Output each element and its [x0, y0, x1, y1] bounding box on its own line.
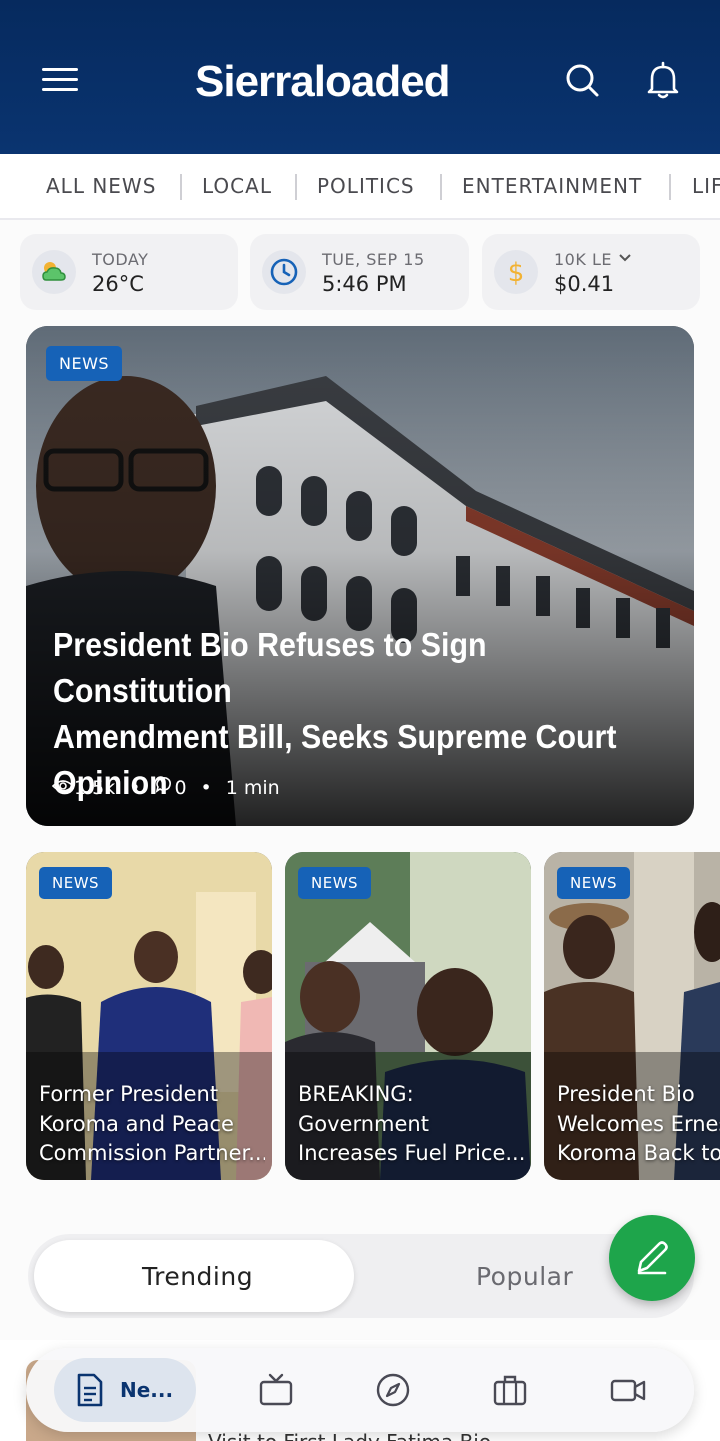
- meta-dot: •: [129, 776, 141, 799]
- title-line: Amendment Bill, Seeks Supreme Court: [53, 718, 617, 755]
- title-line: President Bio Refuses to Sign Constituti…: [53, 626, 487, 709]
- chevron-down-icon[interactable]: [618, 250, 632, 264]
- document-icon: [77, 1373, 103, 1407]
- bottom-navigation: Ne...: [26, 1348, 694, 1432]
- category-tabs: ALL NEWS LOCAL POLITICS ENTERTAINMENT LI…: [0, 154, 720, 220]
- title-line: Government: [298, 1111, 429, 1136]
- title-line: Welcomes Ernest: [557, 1111, 720, 1136]
- dollar-icon: $: [494, 250, 538, 294]
- category-badge[interactable]: NEWS: [39, 867, 113, 899]
- currency-value: $0.41: [554, 272, 615, 296]
- tab-politics[interactable]: POLITICS: [317, 174, 415, 198]
- weather-label: TODAY: [92, 250, 149, 269]
- category-badge[interactable]: NEWS: [557, 867, 631, 899]
- nav-news[interactable]: Ne...: [54, 1358, 196, 1422]
- article-card[interactable]: NEWS BREAKING: Government Increases Fuel…: [285, 852, 531, 1180]
- title-line: Former President: [39, 1082, 219, 1106]
- article-title: President Bio Welcomes Ernest Koroma Bac…: [557, 1080, 720, 1169]
- title-line: Commission Partner...: [39, 1141, 265, 1165]
- time-value: 5:46 PM: [322, 272, 407, 296]
- category-badge[interactable]: NEWS: [298, 867, 372, 899]
- tab-entertainment[interactable]: ENTERTAINMENT: [462, 174, 642, 198]
- featured-article-card[interactable]: NEWS President Bio Refuses to Sign Const…: [26, 326, 694, 826]
- comment-icon: [154, 776, 172, 799]
- hamburger-menu-icon[interactable]: [40, 64, 80, 96]
- weather-icon: [32, 250, 76, 294]
- svg-text:$: $: [508, 258, 525, 288]
- view-count: 1.5k: [74, 776, 116, 799]
- read-time: 1 min: [225, 776, 280, 799]
- tv-icon[interactable]: [256, 1370, 296, 1410]
- tab-lifestyle[interactable]: LIF: [692, 174, 720, 198]
- date-label: TUE, SEP 15: [322, 250, 425, 269]
- category-badge[interactable]: NEWS: [46, 346, 123, 381]
- currency-label: 10K LE: [554, 250, 612, 269]
- comment-count: 0: [174, 776, 187, 799]
- meta-dot: •: [200, 776, 212, 799]
- briefcase-icon[interactable]: [490, 1370, 530, 1410]
- title-line: Koroma Back to: [557, 1141, 720, 1165]
- pencil-icon: [637, 1241, 668, 1275]
- bell-icon[interactable]: [643, 58, 683, 102]
- datetime-widget: TUE, SEP 15 5:46 PM: [250, 234, 469, 310]
- tab-divider: [440, 174, 442, 200]
- trending-popular-toggle: Trending Popular: [28, 1234, 694, 1318]
- article-card[interactable]: NEWS Former President Koroma and Peace C…: [26, 852, 272, 1180]
- title-line: Koroma and Peace: [39, 1111, 234, 1136]
- compass-icon[interactable]: [373, 1370, 413, 1410]
- nav-news-label: Ne...: [120, 1378, 174, 1402]
- clock-icon: [262, 250, 306, 294]
- article-title: Former President Koroma and Peace Commis…: [39, 1080, 265, 1169]
- article-card[interactable]: NEWS President Bio Welcomes Ernest Korom…: [544, 852, 720, 1180]
- tab-divider: [180, 174, 182, 200]
- title-line: President Bio: [557, 1082, 695, 1106]
- app-header: Sierraloaded: [0, 0, 720, 154]
- tab-divider: [295, 174, 297, 200]
- tab-all-news[interactable]: ALL NEWS: [46, 174, 156, 198]
- title-line: Increases Fuel Price...: [298, 1141, 524, 1165]
- app-screen: Sierraloaded ALL NEWS LOCAL POLITICS ENT…: [0, 0, 720, 1441]
- segment-popular[interactable]: Popular: [476, 1262, 573, 1291]
- app-logo[interactable]: Sierraloaded: [195, 52, 451, 112]
- eye-icon: [51, 777, 75, 799]
- tab-local[interactable]: LOCAL: [202, 174, 272, 198]
- weather-widget: TODAY 26°C: [20, 234, 238, 310]
- tab-divider: [669, 174, 671, 200]
- article-meta: 1.5k • 0 • 1 min: [51, 776, 280, 799]
- segment-trending-label[interactable]: Trending: [142, 1262, 253, 1291]
- title-line: BREAKING:: [298, 1082, 414, 1106]
- weather-value: 26°C: [92, 272, 144, 296]
- compose-fab-button[interactable]: [609, 1215, 695, 1301]
- article-title: BREAKING: Government Increases Fuel Pric…: [298, 1080, 524, 1169]
- search-icon[interactable]: [562, 58, 602, 102]
- currency-widget[interactable]: $ 10K LE $0.41: [482, 234, 700, 310]
- video-camera-icon[interactable]: [608, 1370, 648, 1410]
